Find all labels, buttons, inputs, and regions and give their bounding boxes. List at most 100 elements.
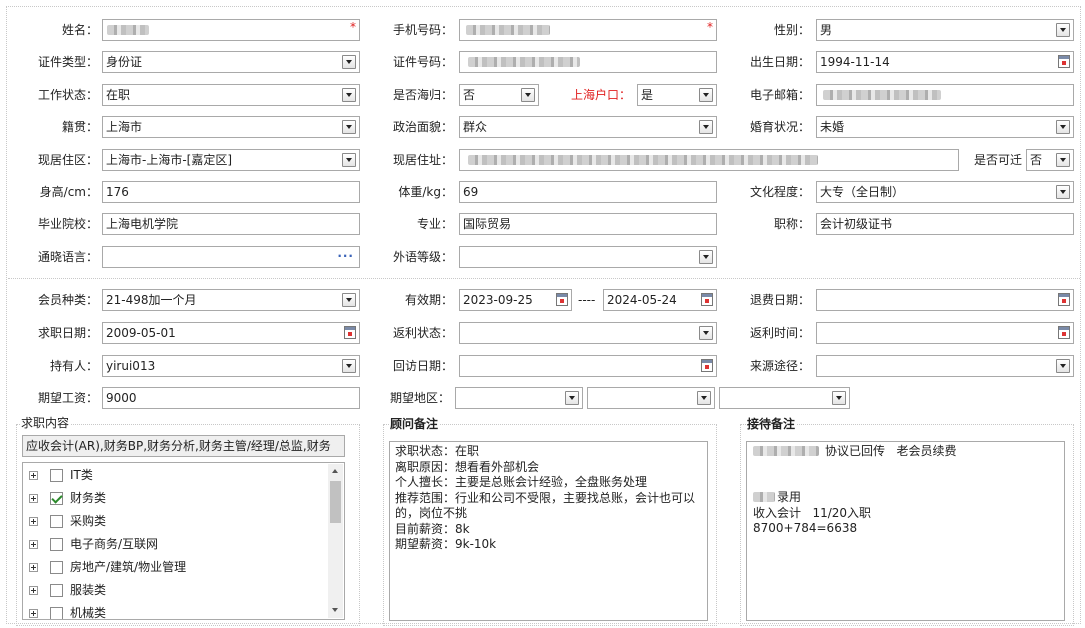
expand-icon[interactable] <box>29 609 38 618</box>
calendar-icon[interactable] <box>556 293 568 306</box>
chevron-down-icon[interactable] <box>699 326 713 340</box>
chevron-down-icon[interactable] <box>699 88 713 102</box>
birth-date-field[interactable]: 1994-11-14 <box>816 51 1074 73</box>
work-status-select[interactable]: 在职 <box>102 84 360 106</box>
phone-field[interactable]: * <box>459 19 717 41</box>
id-type-select[interactable]: 身份证 <box>102 51 360 73</box>
calendar-icon[interactable] <box>1058 55 1070 68</box>
chevron-down-icon[interactable] <box>1056 23 1070 37</box>
tree-item-ecommerce[interactable]: 电子商务/互联网 <box>23 534 323 554</box>
education-select[interactable]: 大专（全日制） <box>816 181 1074 203</box>
job-date-value: 2009-05-01 <box>106 326 176 340</box>
holder-select[interactable]: yirui013 <box>102 355 360 377</box>
validity-start-field[interactable]: 2023-09-25 <box>459 289 572 311</box>
region-city-select[interactable] <box>587 387 715 409</box>
relocate-select[interactable]: 否 <box>1026 149 1074 171</box>
calendar-icon[interactable] <box>701 359 713 372</box>
rebate-time-field[interactable] <box>816 322 1074 344</box>
scroll-down-icon[interactable] <box>328 603 343 618</box>
marital-value: 未婚 <box>820 120 845 134</box>
language-field[interactable]: ··· <box>102 246 360 268</box>
tree-scrollbar[interactable] <box>328 464 343 618</box>
title-field[interactable]: 会计初级证书 <box>816 213 1074 235</box>
school-field[interactable]: 上海电机学院 <box>102 213 360 235</box>
expand-icon[interactable] <box>29 471 38 480</box>
expand-icon[interactable] <box>29 586 38 595</box>
checkbox[interactable] <box>50 607 63 619</box>
chevron-down-icon[interactable] <box>342 359 356 373</box>
chevron-down-icon[interactable] <box>1056 185 1070 199</box>
weight-field[interactable]: 69 <box>459 181 717 203</box>
member-type-value: 21-498加一个月 <box>106 293 197 307</box>
more-options-icon[interactable]: ··· <box>337 247 354 265</box>
work-status-label: 工作状态： <box>37 88 98 102</box>
marital-select[interactable]: 未婚 <box>816 116 1074 138</box>
calendar-icon[interactable] <box>1058 326 1070 339</box>
calendar-icon[interactable] <box>1058 293 1070 306</box>
source-select[interactable] <box>816 355 1074 377</box>
chevron-down-icon[interactable] <box>699 250 713 264</box>
salary-field[interactable]: 9000 <box>102 387 360 409</box>
calendar-icon[interactable] <box>701 293 713 306</box>
chevron-down-icon[interactable] <box>1056 153 1070 167</box>
chevron-down-icon[interactable] <box>565 391 579 405</box>
scroll-up-icon[interactable] <box>328 464 343 479</box>
chevron-down-icon[interactable] <box>342 293 356 307</box>
tree-item-finance[interactable]: 财务类 <box>23 488 323 508</box>
member-type-select[interactable]: 21-498加一个月 <box>102 289 360 311</box>
tree-item-it[interactable]: IT类 <box>23 465 323 485</box>
visit-date-field[interactable] <box>459 355 717 377</box>
job-date-field[interactable]: 2009-05-01 <box>102 322 360 344</box>
rebate-status-select[interactable] <box>459 322 717 344</box>
native-place-select[interactable]: 上海市 <box>102 116 360 138</box>
foreign-level-select[interactable] <box>459 246 717 268</box>
chevron-down-icon[interactable] <box>342 120 356 134</box>
chevron-down-icon[interactable] <box>832 391 846 405</box>
political-label: 政治面貌： <box>392 120 453 134</box>
expand-icon[interactable] <box>29 540 38 549</box>
tree-item-purchasing[interactable]: 采购类 <box>23 511 323 531</box>
tree-item-realestate[interactable]: 房地产/建筑/物业管理 <box>23 557 323 577</box>
overseas-select[interactable]: 否 <box>459 84 539 106</box>
scroll-thumb[interactable] <box>330 481 341 523</box>
chevron-down-icon[interactable] <box>342 55 356 69</box>
selected-jobs-field[interactable]: 应收会计(AR),财务BP,财务分析,财务主管/经理/总监,财务 <box>22 435 345 457</box>
calendar-icon[interactable] <box>344 326 356 339</box>
chevron-down-icon[interactable] <box>697 391 711 405</box>
checkbox[interactable] <box>50 561 63 574</box>
validity-end-field[interactable]: 2024-05-24 <box>603 289 717 311</box>
height-field[interactable]: 176 <box>102 181 360 203</box>
shanghai-hukou-select[interactable]: 是 <box>637 84 717 106</box>
chevron-down-icon[interactable] <box>1056 120 1070 134</box>
expand-icon[interactable] <box>29 494 38 503</box>
advisor-notes-textarea[interactable]: 求职状态：在职 离职原因：想看看外部机会 个人擅长：主要是总账会计经验，全盘账务… <box>389 441 708 621</box>
political-select[interactable]: 群众 <box>459 116 717 138</box>
residence-area-label: 现居住区： <box>37 153 98 167</box>
tree-item-apparel[interactable]: 服装类 <box>23 580 323 600</box>
checkbox[interactable] <box>50 584 63 597</box>
chevron-down-icon[interactable] <box>521 88 535 102</box>
region-province-select[interactable] <box>455 387 583 409</box>
reception-line-4: 8700+784=6638 <box>753 521 858 535</box>
email-field[interactable] <box>816 84 1074 106</box>
checkbox[interactable] <box>50 469 63 482</box>
name-field[interactable]: * <box>102 19 360 41</box>
checkbox[interactable] <box>50 515 63 528</box>
checkbox[interactable] <box>50 538 63 551</box>
chevron-down-icon[interactable] <box>1056 359 1070 373</box>
residence-area-select[interactable]: 上海市-上海市-[嘉定区] <box>102 149 360 171</box>
major-field[interactable]: 国际贸易 <box>459 213 717 235</box>
chevron-down-icon[interactable] <box>342 153 356 167</box>
refund-date-field[interactable] <box>816 289 1074 311</box>
expand-icon[interactable] <box>29 563 38 572</box>
expand-icon[interactable] <box>29 517 38 526</box>
reception-notes-textarea[interactable]: 协议已回传 老会员续费 录用 收入会计 11/20入职 8700+784=663… <box>746 441 1065 621</box>
id-number-field[interactable] <box>459 51 717 73</box>
chevron-down-icon[interactable] <box>699 120 713 134</box>
tree-item-machinery[interactable]: 机械类 <box>23 603 323 619</box>
region-district-select[interactable] <box>719 387 850 409</box>
checkbox-checked[interactable] <box>50 492 63 505</box>
chevron-down-icon[interactable] <box>342 88 356 102</box>
address-field[interactable] <box>459 149 959 171</box>
gender-select[interactable]: 男 <box>816 19 1074 41</box>
